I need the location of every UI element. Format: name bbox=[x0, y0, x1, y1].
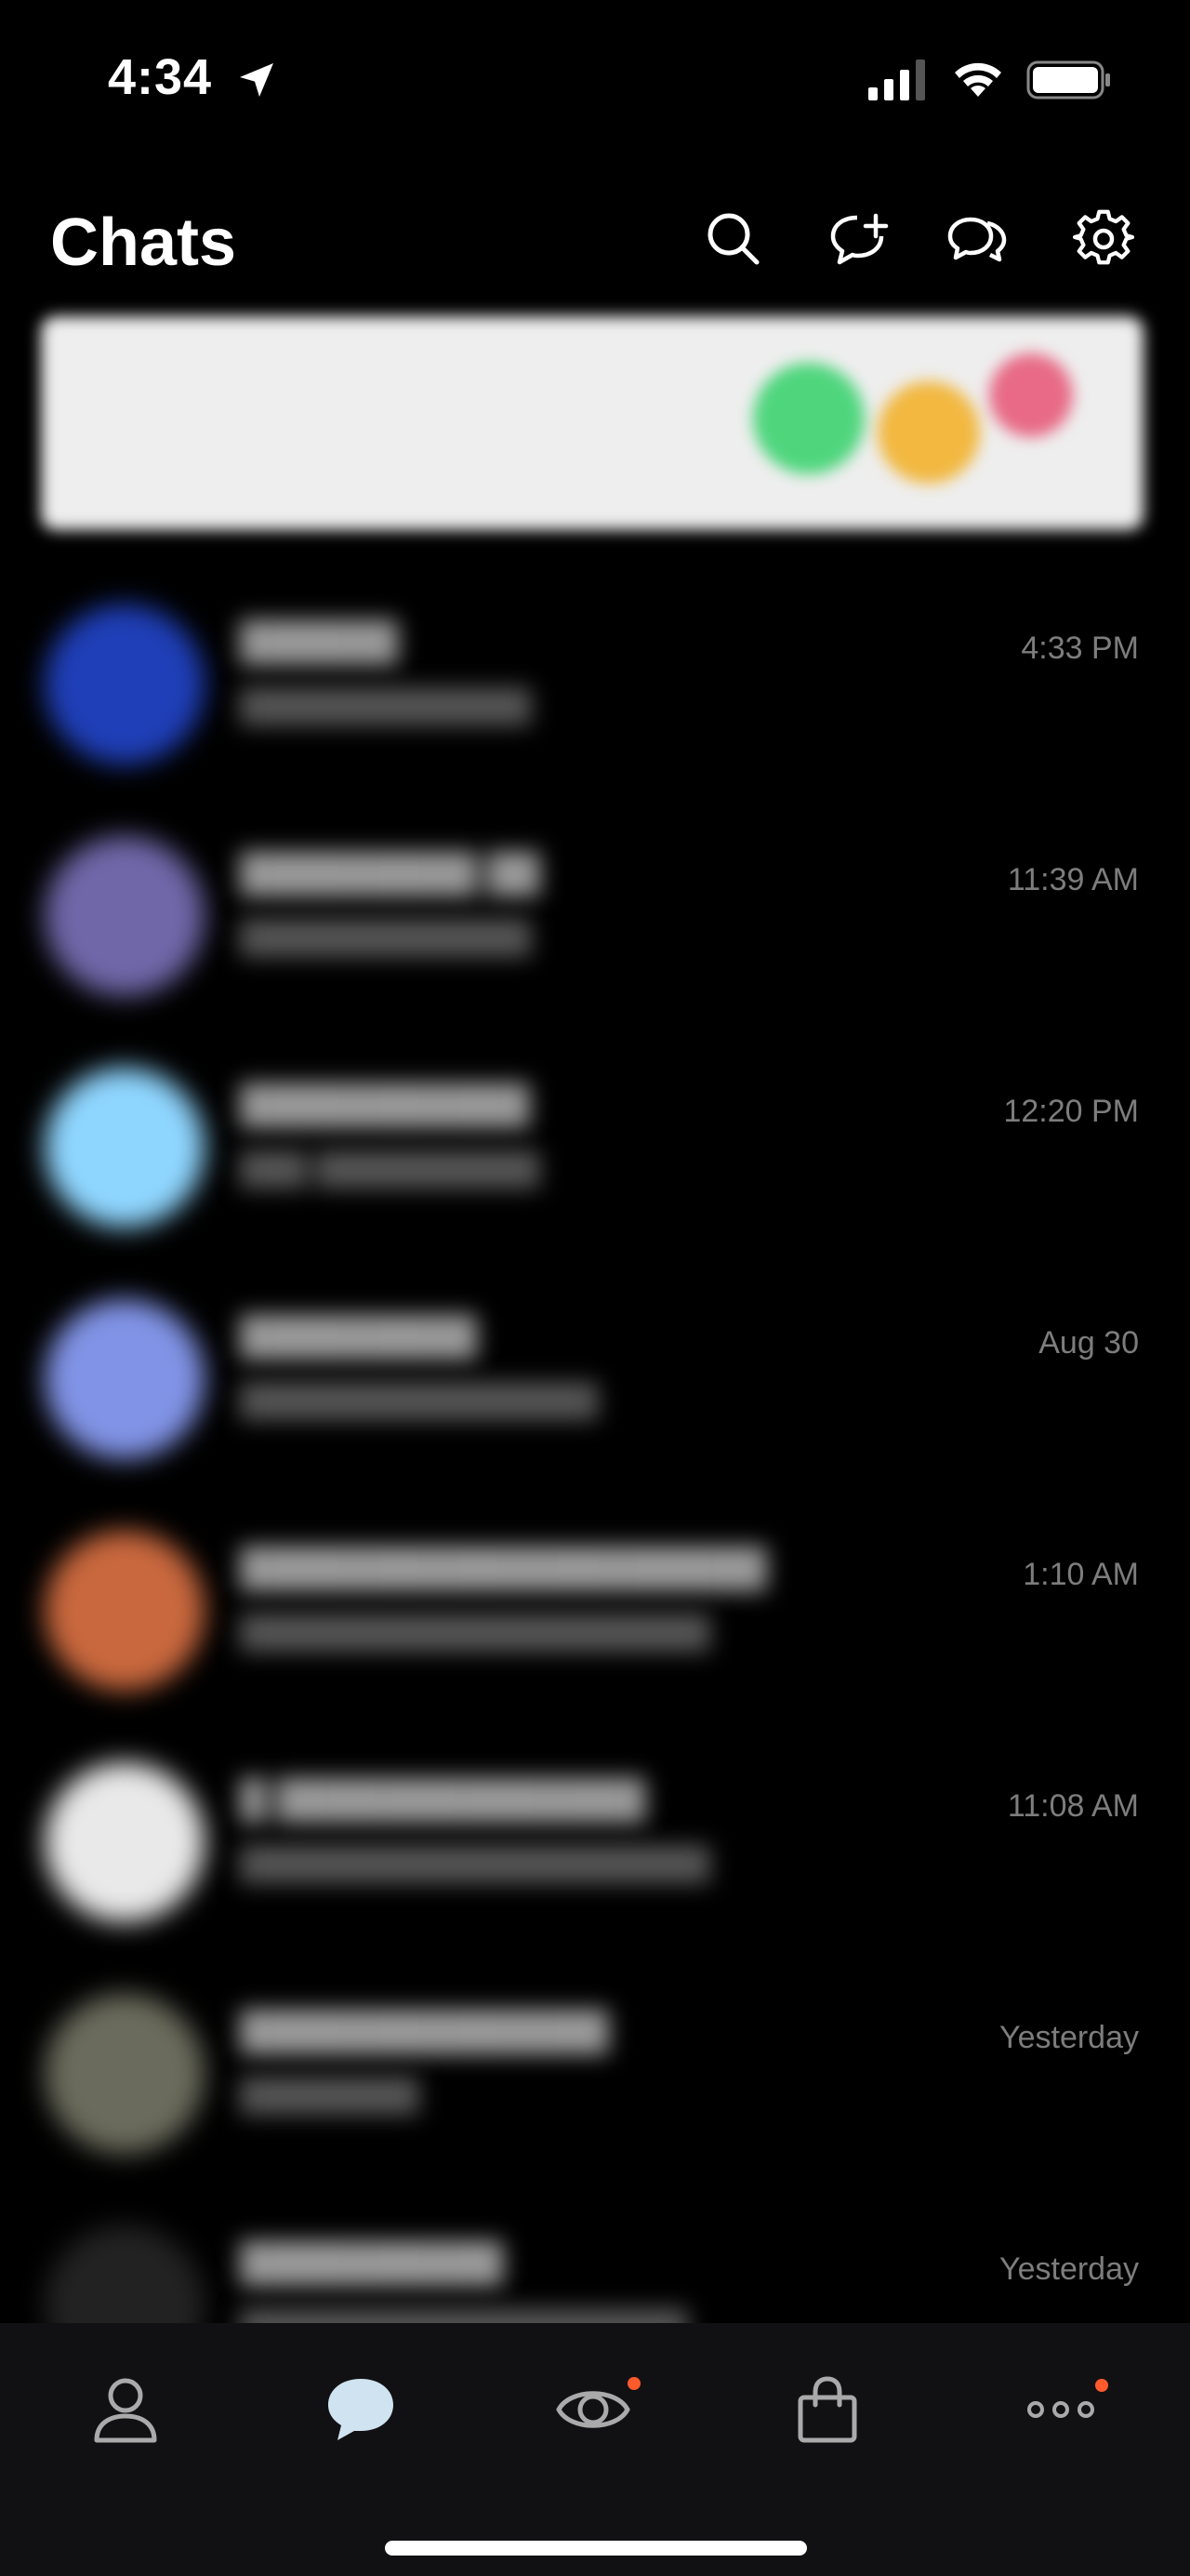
chat-preview: ████████ bbox=[240, 2078, 419, 2113]
chat-time: Yesterday bbox=[999, 2020, 1139, 2055]
avatar bbox=[45, 1299, 205, 1459]
chat-time: 12:20 PM bbox=[1003, 1094, 1139, 1129]
chat-time: 4:33 PM bbox=[1021, 631, 1139, 666]
new-chat-button[interactable] bbox=[829, 208, 891, 270]
chat-name: ████████████████████ bbox=[240, 1547, 767, 1588]
search-icon bbox=[707, 213, 760, 265]
chat-row[interactable]: ██████████████ ████████ Yesterday bbox=[0, 1975, 1190, 2207]
notification-badge bbox=[628, 2377, 641, 2390]
chat-preview: █████████████████████ bbox=[240, 1614, 710, 1650]
battery-icon bbox=[1026, 60, 1110, 100]
chat-preview: █████████████████████ bbox=[240, 1846, 710, 1881]
avatar bbox=[45, 1068, 205, 1228]
notification-badge bbox=[1095, 2379, 1108, 2392]
tab-more[interactable] bbox=[1019, 2368, 1108, 2451]
chat-name: █████████ ██ bbox=[240, 853, 540, 894]
banner-graphic-green bbox=[753, 363, 865, 474]
chat-preview: ███ ██████████ bbox=[240, 1151, 540, 1187]
more-icon bbox=[1027, 2401, 1094, 2418]
avatar bbox=[45, 1762, 205, 1922]
settings-icon bbox=[1072, 209, 1135, 265]
view-icon bbox=[556, 2391, 630, 2428]
chat-name: █████████ bbox=[240, 1316, 478, 1357]
location-arrow-icon bbox=[240, 63, 273, 97]
avatar bbox=[45, 1531, 205, 1691]
chat-time: Aug 30 bbox=[1038, 1325, 1139, 1361]
banner-graphic-yellow bbox=[878, 381, 980, 484]
chat-row[interactable]: ████████████████████ ███████████████████… bbox=[0, 1512, 1190, 1744]
settings-button[interactable] bbox=[1072, 208, 1135, 270]
new-chat-icon bbox=[830, 213, 889, 265]
search-button[interactable] bbox=[703, 208, 764, 270]
chat-row[interactable]: ███████████ ███ ██████████ 12:20 PM bbox=[0, 1049, 1190, 1281]
chat-preview: █████████████ bbox=[240, 920, 532, 955]
chat-preview: ████████████████ bbox=[240, 1383, 599, 1418]
page-title: Chats bbox=[50, 206, 237, 280]
status-time: 4:34 bbox=[108, 49, 213, 105]
chat-row[interactable]: ██████ █████████████ 4:33 PM bbox=[0, 586, 1190, 817]
wifi-icon bbox=[955, 62, 1001, 97]
promo-banner[interactable] bbox=[41, 316, 1144, 530]
avatar bbox=[45, 1994, 205, 2154]
open-chats-icon bbox=[947, 217, 1007, 262]
friends-icon bbox=[94, 2378, 157, 2443]
avatar bbox=[45, 836, 205, 996]
tab-bar bbox=[0, 2323, 1190, 2576]
chat-time: 1:10 AM bbox=[1023, 1557, 1139, 1592]
banner-graphic-pink bbox=[989, 353, 1073, 437]
home-indicator[interactable] bbox=[385, 2541, 807, 2556]
chat-row[interactable]: █ ██████████████ █████████████████████ 1… bbox=[0, 1744, 1190, 1975]
open-chats-button[interactable] bbox=[946, 208, 1008, 270]
chats-screen: 4:34 Chats ██████ █████████████ 4:33 PM … bbox=[0, 0, 1190, 2576]
shopping-icon bbox=[798, 2376, 857, 2443]
chat-preview: █████████████ bbox=[240, 688, 532, 724]
chat-time: 11:08 AM bbox=[1007, 1788, 1139, 1824]
chats-header: Chats bbox=[0, 186, 1190, 298]
chat-time: Yesterday bbox=[999, 2251, 1139, 2287]
chat-name: ██████████ bbox=[240, 2242, 504, 2283]
tab-shopping[interactable] bbox=[786, 2368, 869, 2451]
chat-row[interactable]: █████████ ████████████████ Aug 30 bbox=[0, 1281, 1190, 1512]
cellular-signal-icon bbox=[868, 60, 925, 100]
status-bar: 4:34 bbox=[0, 0, 1190, 149]
chat-list: ██████ █████████████ 4:33 PM █████████ █… bbox=[0, 586, 1190, 2438]
chat-name: ██████ bbox=[240, 621, 399, 662]
chat-name: █ ██████████████ bbox=[240, 1779, 646, 1820]
tab-view[interactable] bbox=[551, 2368, 641, 2451]
chat-time: 11:39 AM bbox=[1007, 862, 1139, 897]
chat-name: ███████████ bbox=[240, 1084, 530, 1125]
avatar bbox=[45, 604, 205, 764]
chat-name: ██████████████ bbox=[240, 2011, 609, 2052]
chat-row[interactable]: █████████ ██ █████████████ 11:39 AM bbox=[0, 817, 1190, 1049]
chats-icon bbox=[328, 2379, 393, 2440]
tab-chats[interactable] bbox=[319, 2368, 403, 2451]
tab-friends[interactable] bbox=[84, 2368, 167, 2451]
